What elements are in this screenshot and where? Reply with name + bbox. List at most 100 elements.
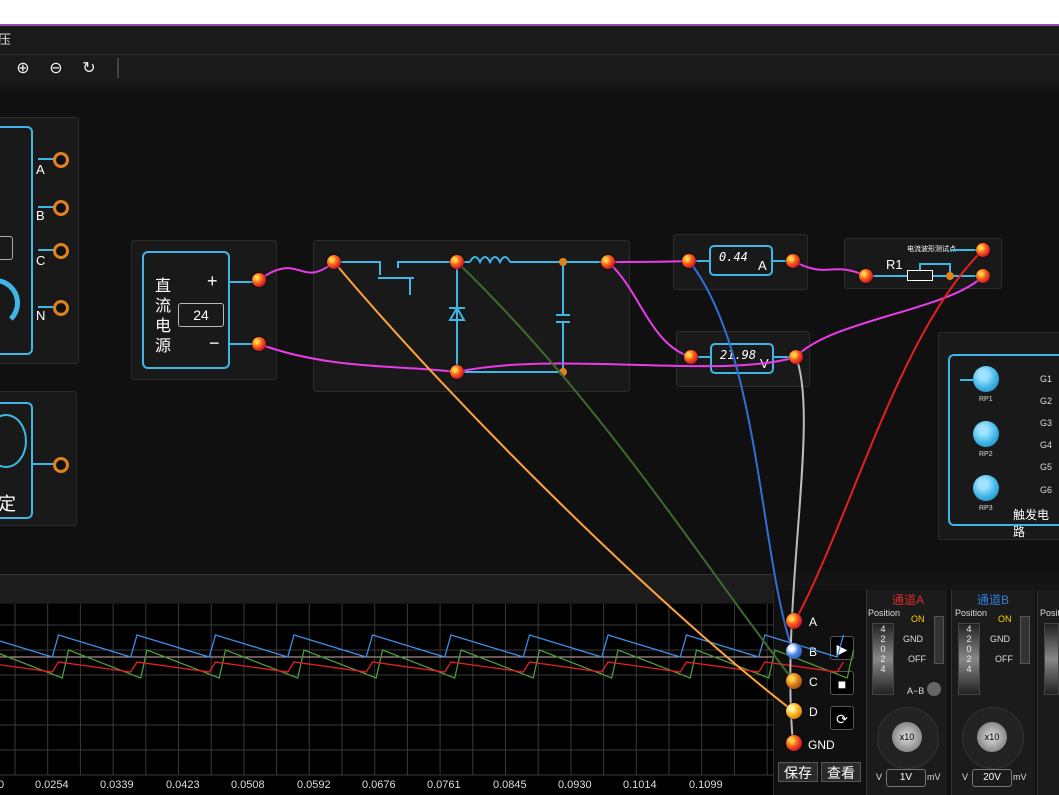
channel-b-v-unit: V [962,772,969,782]
wheel-a-3: 2 [880,654,886,664]
channel-b-position-label: Position [955,608,988,618]
refresh-button[interactable]: ⟳ [830,706,854,730]
channel-label-b: B [809,645,818,659]
channel-b-position-wheel[interactable]: 4 2 0 2 4 [958,623,980,695]
probe-c-terminal[interactable] [786,673,802,689]
trigger-title: 触发电路 [1013,508,1050,539]
x-tick-11: 0.1099 [689,779,723,791]
play-button[interactable]: ▶ [830,636,854,660]
channel-b-x10[interactable]: x10 [977,722,1007,752]
channel-a-title: 通道A [892,593,925,607]
dc-source-title-4: 源 [155,338,172,355]
x-tick-7: 0.0761 [427,779,461,791]
wheel-b-4: 4 [966,664,972,674]
channel-b-gnd[interactable]: GND [990,634,1010,644]
wheel-a-2: 0 [880,644,886,654]
channel-a-off[interactable]: OFF [908,654,926,664]
channel-label-a: A [809,615,818,629]
gate-label-3: G3 [1040,418,1053,428]
channel-a-volts-value: 1V [886,769,926,787]
channel-a-ab-label: A−B [907,686,925,696]
channel-a-x10[interactable]: x10 [892,722,922,752]
buck-input-terminal[interactable] [327,255,341,269]
dc-minus-label: − [209,333,220,353]
terminal-label-b: B [36,208,45,223]
test-point-terminal[interactable] [976,243,990,257]
window-top-bar [0,0,1059,26]
x-tick-6: 0.0676 [362,779,396,791]
wheel-b-3: 2 [966,654,972,664]
rp2-label: RP2 [979,451,993,458]
voltmeter-in-terminal[interactable] [684,350,698,364]
x-tick-5: 0.0592 [297,779,331,791]
rp3-knob[interactable] [973,475,999,501]
channel-a-mv-unit: mV [927,772,941,782]
menu-fragment[interactable]: 压 [0,26,11,54]
wheel-a-4: 4 [880,664,886,674]
ammeter-out-terminal[interactable] [786,254,800,268]
buck-converter-module[interactable] [313,240,630,392]
wheel-a-0: 4 [880,624,886,634]
ammeter-in-terminal[interactable] [682,254,696,268]
toolbar: ⊕ ⊖ ↻ [0,55,1059,83]
channel-label-gnd: GND [808,738,835,752]
terminal-n[interactable] [53,300,69,316]
terminal-c[interactable] [53,243,69,259]
channel-b-on[interactable]: ON [998,614,1012,624]
terminal-b[interactable] [53,200,69,216]
channel-label-d: D [809,705,818,719]
x-tick-0: 0 [0,779,5,791]
channel-a-on[interactable]: ON [911,614,925,624]
dc-plus-terminal[interactable] [252,273,266,287]
ammeter-value: 0.44 [719,250,748,264]
channel-b-coupling-switch[interactable] [1020,616,1030,664]
channel-b-off[interactable]: OFF [995,654,1013,664]
test-point-label: 电流波形测试点 [907,246,956,253]
terminal-setpoint[interactable] [53,457,69,473]
zoom-out-icon[interactable]: ⊖ [45,58,67,80]
channel-a-ab-button[interactable] [927,682,941,696]
channel-b-mv-unit: mV [1013,772,1027,782]
buck-output-terminal[interactable] [601,255,615,269]
channel-c-position-wheel[interactable] [1044,623,1059,695]
probe-gnd-terminal[interactable] [786,735,802,751]
save-button[interactable]: 保存 [778,762,818,782]
gate-label-5: G5 [1040,462,1053,472]
probe-d-terminal[interactable] [786,703,802,719]
oscilloscope-display[interactable] [0,604,773,795]
resistor-label: R1 [886,257,903,272]
rp3-label: RP3 [979,505,993,512]
channel-a-v-unit: V [876,772,883,782]
r1-in-terminal[interactable] [859,269,873,283]
dc-voltage-input[interactable]: 24 [178,303,224,327]
voltmeter-out-terminal[interactable] [789,350,803,364]
dc-minus-terminal[interactable] [252,337,266,351]
channel-a-gnd[interactable]: GND [903,634,923,644]
channel-b-volts-value: 20V [972,769,1012,787]
terminal-a[interactable] [53,152,69,168]
buck-gnd-terminal[interactable] [450,365,464,379]
wheel-b-1: 2 [966,634,972,644]
terminal-label-c: C [36,253,46,268]
r1-out-terminal[interactable] [976,269,990,283]
probe-a-terminal[interactable] [786,613,802,629]
buck-switch-terminal[interactable] [450,255,464,269]
stop-button[interactable]: ■ [830,671,854,695]
rp2-knob[interactable] [973,421,999,447]
x-tick-8: 0.0845 [493,779,527,791]
toolbar-separator [117,58,119,78]
rp1-knob[interactable] [973,366,999,392]
view-button[interactable]: 查看 [821,762,861,782]
probe-b-terminal[interactable] [786,643,802,659]
rp1-label: RP1 [979,396,993,403]
terminal-label-n: N [36,308,46,323]
voltmeter-value: 21.98 [720,348,757,362]
channel-a-position-wheel[interactable]: 4 2 0 2 4 [872,623,894,695]
ammeter-unit: A [758,258,767,273]
reset-view-icon[interactable]: ↻ [78,58,100,80]
channel-a-coupling-switch[interactable] [934,616,944,664]
zoom-in-icon[interactable]: ⊕ [12,58,34,80]
x-tick-2: 0.0339 [100,779,134,791]
x-tick-10: 0.1014 [623,779,657,791]
x-tick-1: 0.0254 [35,779,69,791]
